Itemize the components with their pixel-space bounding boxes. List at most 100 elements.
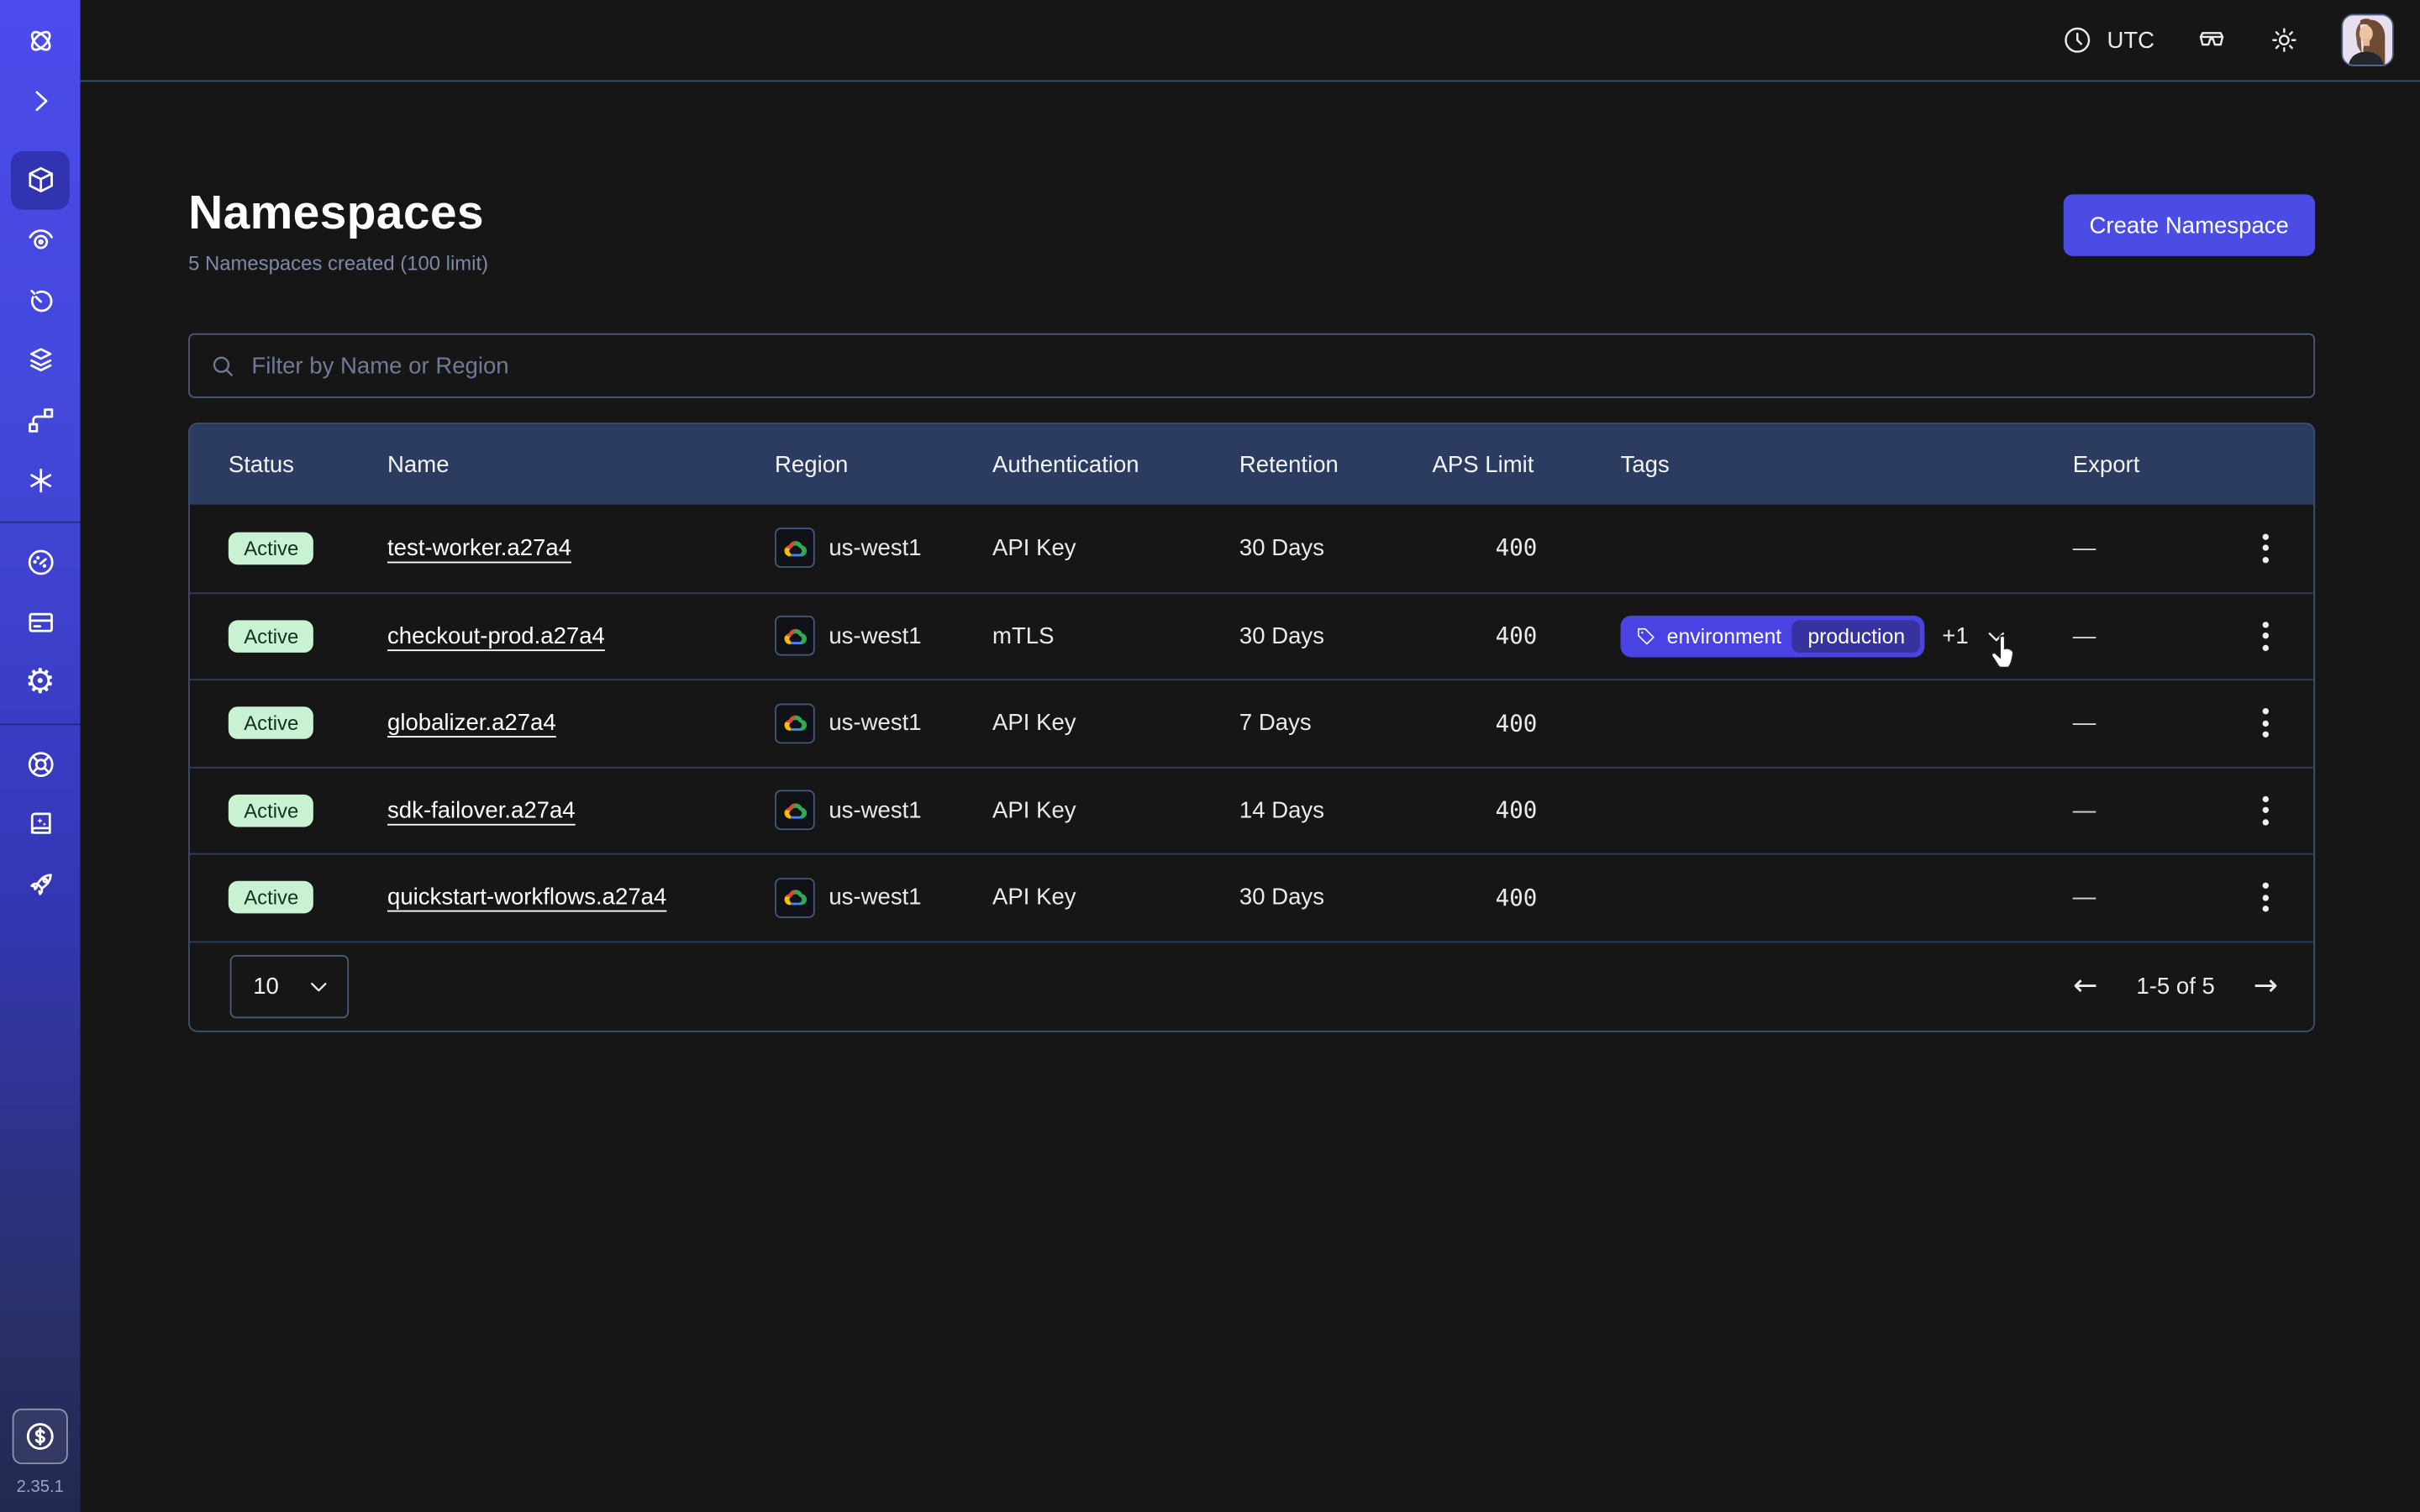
export-cell: — (2073, 535, 2243, 561)
sidebar: ⚙ 2.35.1 (0, 0, 81, 1512)
aps-limit-cell: 400 (1432, 884, 1620, 911)
temporal-logo-icon[interactable] (0, 11, 81, 71)
cube-icon (24, 164, 56, 197)
table-row: Active sdk-failover.a27a4 (190, 766, 2313, 853)
gcp-cloud-icon (775, 616, 815, 656)
auth-cell: API Key (992, 535, 1239, 561)
auth-cell: mTLS (992, 623, 1239, 649)
auth-cell: API Key (992, 710, 1239, 736)
aps-limit-cell: 400 (1432, 796, 1620, 824)
avatar[interactable] (2341, 14, 2393, 66)
aps-limit-cell: 400 (1432, 622, 1620, 650)
glasses-icon[interactable] (2196, 24, 2228, 55)
namespace-link[interactable]: checkout-prod.a27a4 (387, 623, 605, 649)
sidebar-item-docs[interactable] (0, 795, 81, 855)
row-actions-menu[interactable] (2255, 528, 2274, 570)
sidebar-item-monitor[interactable] (0, 210, 81, 270)
col-header-tags: Tags (1621, 451, 2073, 477)
row-actions-menu[interactable] (2255, 702, 2274, 744)
sidebar-item-namespaces[interactable] (0, 150, 81, 210)
page-title: Namespaces (188, 185, 488, 240)
tag-icon (1636, 626, 1656, 646)
gcp-cloud-icon (775, 528, 815, 569)
tag-pill[interactable]: environment production (1621, 615, 1925, 657)
sidebar-divider (0, 723, 81, 725)
col-header-export: Export (2073, 451, 2243, 477)
retention-cell: 30 Days (1239, 535, 1433, 561)
sidebar-divider (0, 522, 81, 523)
page-size-select[interactable]: 10 (230, 954, 349, 1017)
sidebar-item-nexus[interactable] (0, 450, 81, 511)
export-cell: — (2073, 623, 2243, 649)
billing-badge-button[interactable] (13, 1409, 68, 1464)
rocket-icon (24, 869, 56, 901)
region-label: us-west1 (829, 535, 921, 561)
tag-key: environment (1667, 624, 1781, 648)
search-icon (210, 353, 236, 379)
iris-icon (24, 223, 56, 256)
retention-cell: 7 Days (1239, 710, 1433, 736)
gcp-cloud-icon (775, 790, 815, 831)
namespace-link[interactable]: quickstart-workflows.a27a4 (387, 885, 666, 911)
sidebar-item-support[interactable] (0, 734, 81, 795)
status-badge: Active (229, 881, 314, 914)
asterisk-icon (24, 465, 56, 497)
region-label: us-west1 (829, 623, 921, 649)
auth-cell: API Key (992, 797, 1239, 823)
theme-toggle-icon[interactable] (2269, 24, 2300, 55)
timezone-control[interactable]: UTC (2062, 24, 2154, 55)
status-badge: Active (229, 620, 314, 653)
namespaces-table: Status Name Region Authentication Retent… (188, 423, 2315, 1032)
page-size-value: 10 (253, 973, 279, 999)
sidebar-item-billing[interactable] (0, 592, 81, 653)
region-label: us-west1 (829, 885, 921, 911)
aps-limit-cell: 400 (1432, 709, 1620, 737)
dollar-seal-icon (24, 1420, 57, 1453)
col-header-status: Status (229, 451, 387, 477)
namespace-link[interactable]: test-worker.a27a4 (387, 535, 571, 561)
search-input[interactable] (251, 353, 2293, 379)
main-content: Namespaces 5 Namespaces created (100 lim… (81, 83, 2420, 1512)
page-range-label: 1-5 of 5 (2136, 973, 2214, 999)
active-item-highlight (11, 150, 70, 209)
app-root: UTC (0, 0, 2420, 1512)
sidebar-item-getting-started[interactable] (0, 855, 81, 916)
app-version: 2.35.1 (17, 1478, 64, 1497)
sidebar-item-settings[interactable]: ⚙ (0, 653, 81, 713)
sidebar-item-layers[interactable] (0, 330, 81, 391)
sidebar-item-deployments[interactable] (0, 391, 81, 451)
page-subtitle: 5 Namespaces created (100 limit) (188, 251, 488, 275)
auth-cell: API Key (992, 885, 1239, 911)
chevron-down-icon[interactable] (1986, 624, 2009, 648)
namespace-link[interactable]: globalizer.a27a4 (387, 710, 556, 736)
gear-icon: ⚙ (25, 666, 55, 700)
sidebar-item-usage[interactable] (0, 533, 81, 593)
table-row: Active checkout-prod.a27a4 (190, 591, 2313, 679)
status-badge: Active (229, 707, 314, 740)
timezone-label: UTC (2107, 27, 2154, 53)
col-header-retention: Retention (1239, 451, 1433, 477)
branch-icon (24, 404, 56, 437)
filter-search[interactable] (188, 333, 2315, 398)
region-label: us-west1 (829, 797, 921, 823)
namespace-link[interactable]: sdk-failover.a27a4 (387, 797, 576, 823)
lifebuoy-icon (24, 748, 56, 781)
table-row: Active test-worker.a27a4 (190, 505, 2313, 592)
col-header-region: Region (775, 451, 992, 477)
row-actions-menu[interactable] (2255, 790, 2274, 832)
sidebar-item-schedules[interactable] (0, 270, 81, 330)
prev-page-button[interactable]: ← (2073, 969, 2097, 1002)
export-cell: — (2073, 885, 2243, 911)
col-header-authentication: Authentication (992, 451, 1239, 477)
row-actions-menu[interactable] (2255, 615, 2274, 657)
retention-cell: 30 Days (1239, 885, 1433, 911)
next-page-button[interactable]: → (2254, 969, 2278, 1002)
clock-icon (2062, 24, 2093, 55)
export-cell: — (2073, 797, 2243, 823)
sidebar-expand-button[interactable] (0, 71, 81, 131)
credit-card-icon (24, 606, 56, 639)
table-row: Active quickstart-workflows.a27a4 (190, 853, 2313, 941)
row-actions-menu[interactable] (2255, 877, 2274, 919)
create-namespace-button[interactable]: Create Namespace (2063, 194, 2315, 255)
gauge-icon (24, 546, 56, 579)
